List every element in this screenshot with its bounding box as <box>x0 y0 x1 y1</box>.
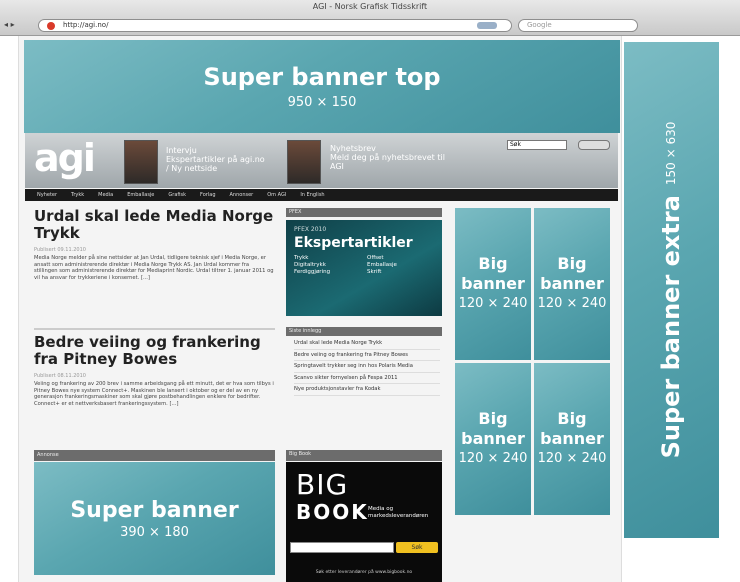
forward-arrow-icon[interactable]: ▸ <box>11 20 15 29</box>
nav-item[interactable]: Emballasje <box>127 192 154 198</box>
article-2-body: Veiing og frankering av 200 brev i samme… <box>34 381 274 407</box>
address-bar[interactable]: http://agi.no/ <box>38 19 512 32</box>
promo-2-label: Nyhetsbrev <box>330 144 376 153</box>
super-banner-extra[interactable]: Super banner extra 150 × 630 <box>624 42 719 538</box>
big-banner-title-1: Big <box>557 409 587 428</box>
expert-title: Ekspertartikler <box>294 235 413 251</box>
super-banner-extra-dims: 150 × 630 <box>664 121 678 186</box>
expert-year: PFEX 2010 <box>294 226 327 233</box>
bigbook-tagline: Media og markedsleverandøren <box>368 506 429 519</box>
big-banner[interactable]: Big banner 120 × 240 <box>455 208 531 360</box>
big-banner[interactable]: Big banner 120 × 240 <box>534 363 610 515</box>
promo-1-label: Intervju <box>166 146 197 155</box>
expert-item: Trykk <box>294 255 309 261</box>
article-1-body: Media Norge melder på sine nettsider at … <box>34 255 274 281</box>
nav-item[interactable]: Trykk <box>71 192 84 198</box>
nav-item[interactable]: Om AGI <box>267 192 286 198</box>
site-logo[interactable]: agi <box>34 136 96 186</box>
bigbook-ad[interactable]: BIG BOOK Media og markedsleverandøren Sø… <box>286 462 442 582</box>
promo-2-text: Meld deg på nyhetsbrevet til AGI <box>330 153 445 171</box>
bigbook-footer: Søk etter leverandører på www.bigbook.no <box>315 570 413 575</box>
big-banner-title-2: banner <box>540 274 604 293</box>
header-promo-1[interactable]: Intervju Ekspertartikler på agi.no / Ny … <box>166 146 266 173</box>
site-search-input[interactable]: Søk <box>507 140 567 150</box>
super-banner-top[interactable]: Super banner top 950 × 150 <box>24 40 620 133</box>
big-banner-dims: 120 × 240 <box>458 296 528 311</box>
nav-item[interactable]: Nyheter <box>37 192 57 198</box>
article-1-meta: Publisert 09.11.2010 <box>34 247 86 253</box>
expert-item: Digitaltrykk <box>294 262 326 268</box>
nav-item[interactable]: Grafisk <box>168 192 186 198</box>
super-banner-title: Super banner <box>70 497 239 523</box>
super-banner-top-title: Super banner top <box>203 63 441 91</box>
big-banner[interactable]: Big banner 120 × 240 <box>455 363 531 515</box>
divider <box>34 328 275 330</box>
browser-search-placeholder: Google <box>527 21 552 29</box>
back-forward-buttons[interactable]: ◂ ▸ <box>4 20 34 32</box>
advertisement-heading: Annonse <box>34 450 275 461</box>
expert-item: Skrift <box>367 269 382 275</box>
big-banner-dims: 120 × 240 <box>537 296 607 311</box>
expert-item: Emballasje <box>367 262 397 268</box>
big-banner-title-2: banner <box>461 274 525 293</box>
nav-item[interactable]: Forlag <box>200 192 215 198</box>
browser-search-input[interactable]: Google <box>518 19 638 32</box>
rss-icon[interactable] <box>477 22 497 29</box>
recent-post-link[interactable]: Nye produktsjonstavler fra Kodak <box>294 384 440 396</box>
address-url: http://agi.no/ <box>63 21 109 29</box>
recent-posts-list: Urdal skal lede Media Norge Trykk Bedre … <box>294 338 440 396</box>
article-1-headline[interactable]: Urdal skal lede Media Norge Trykk <box>34 208 274 242</box>
recent-post-link[interactable]: Springtavelt trykker seg inn hos Polaris… <box>294 361 440 373</box>
bigbook-title-2: BOOK <box>296 500 369 524</box>
super-banner[interactable]: Super banner 390 × 180 <box>34 462 275 575</box>
super-banner-extra-title: Super banner extra <box>657 195 685 459</box>
bigbook-heading: Big Book <box>286 450 442 461</box>
favicon-icon <box>47 22 55 30</box>
big-banner-title-1: Big <box>478 254 508 273</box>
header-promo-2[interactable]: Nyhetsbrev Meld deg på nyhetsbrevet til … <box>330 144 450 171</box>
big-banner-title-2: banner <box>461 429 525 448</box>
window-title: AGI - Norsk Grafisk Tidsskrift <box>312 2 428 11</box>
big-banner-title-1: Big <box>557 254 587 273</box>
nav-item[interactable]: Media <box>98 192 113 198</box>
expert-item: Ferdiggjøring <box>294 269 331 275</box>
article-2-headline[interactable]: Bedre veiing og frankering fra Pitney Bo… <box>34 334 274 368</box>
site-search-button[interactable] <box>578 140 610 150</box>
promo-photo-1[interactable] <box>124 140 158 184</box>
expert-section-heading: PFEX <box>286 208 442 217</box>
bigbook-search-input[interactable] <box>290 542 394 553</box>
back-arrow-icon[interactable]: ◂ <box>4 20 8 29</box>
super-banner-dims: 390 × 180 <box>120 524 189 540</box>
promo-1-text: Ekspertartikler på agi.no / Ny nettside <box>166 155 265 173</box>
recent-post-link[interactable]: Scanvo sikter fornyelsen på Fespa 2011 <box>294 373 440 384</box>
bigbook-search-button[interactable]: Søk <box>396 542 438 553</box>
big-banner[interactable]: Big banner 120 × 240 <box>534 208 610 360</box>
nav-item[interactable]: Annonser <box>230 192 254 198</box>
big-banner-title-2: banner <box>540 429 604 448</box>
site-nav: Nyheter Trykk Media Emballasje Grafisk F… <box>25 189 618 201</box>
expert-item: Offset <box>367 255 384 261</box>
article-2-meta: Publisert 08.11.2010 <box>34 373 86 379</box>
recent-posts-heading: Siste innlegg <box>286 327 442 336</box>
recent-post-link[interactable]: Bedre veiing og frankering fra Pitney Bo… <box>294 350 440 361</box>
big-banner-dims: 120 × 240 <box>537 451 607 466</box>
big-banner-dims: 120 × 240 <box>458 451 528 466</box>
super-banner-top-dims: 950 × 150 <box>287 95 357 110</box>
expert-articles-ad[interactable]: PFEX 2010 Ekspertartikler Trykk Offset D… <box>286 220 442 316</box>
nav-item[interactable]: In English <box>300 192 324 198</box>
bigbook-title-1: BIG <box>296 468 349 501</box>
recent-post-link[interactable]: Urdal skal lede Media Norge Trykk <box>294 338 440 350</box>
big-banner-title-1: Big <box>478 409 508 428</box>
promo-photo-2[interactable] <box>287 140 321 184</box>
